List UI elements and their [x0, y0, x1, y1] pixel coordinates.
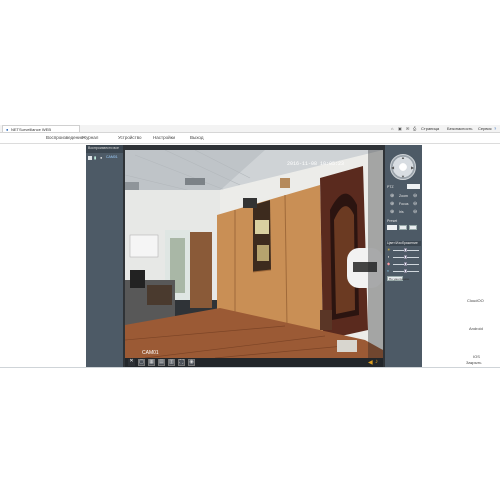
focus-out-icon[interactable]: ⊖ [413, 201, 417, 207]
nav-logout[interactable]: Выход [190, 135, 203, 140]
browser-tab[interactable]: ● NETSurveillance WEB [2, 125, 80, 132]
zoom-out-icon[interactable]: ⊖ [413, 193, 417, 199]
page-favicon-icon: ● [6, 127, 9, 132]
single-view-icon[interactable]: ▢ [138, 359, 145, 366]
video-channel-overlay: CAM01 [142, 350, 159, 356]
brightness-icon: ☀ [387, 247, 391, 252]
nav-playback[interactable]: Воспроизведение [46, 135, 83, 140]
channel-checkbox[interactable] [88, 156, 92, 160]
preset-set-button[interactable] [399, 225, 407, 230]
camera-scene [125, 150, 383, 358]
focus-label: Focus [399, 202, 409, 206]
play-all-label[interactable]: Воспроизвести все [88, 146, 119, 150]
ptz-label: PTZ [387, 185, 394, 189]
print-icon[interactable]: ⎙ [413, 126, 416, 131]
ios-caption[interactable]: IOS [473, 354, 480, 359]
ptz-up-icon[interactable]: ▲ [401, 155, 405, 160]
iris-out-icon[interactable]: ⊖ [413, 209, 417, 215]
snapshot-icon[interactable]: ◉ [188, 359, 195, 366]
android-caption[interactable]: Android [469, 326, 483, 331]
ptz-down-icon[interactable]: ▼ [401, 174, 405, 179]
preset-call-button[interactable] [409, 225, 417, 230]
nav-log[interactable]: Журнал [82, 135, 98, 140]
iris-in-icon[interactable]: ⊕ [390, 209, 394, 215]
video-timestamp: 2016-11-08 10:05:23 [287, 161, 345, 167]
preset-label: Preset [387, 219, 398, 223]
page-bottom-divider [0, 367, 500, 368]
iris-label: Iris [399, 210, 404, 214]
contrast-icon: ◑ [387, 254, 390, 259]
help-icon[interactable]: ? [494, 126, 496, 131]
default-button-label: По умолчанию [389, 277, 410, 281]
nav-settings[interactable]: Настройки [153, 135, 175, 140]
volume-icon[interactable]: ◀ [368, 359, 373, 366]
quad-view-icon[interactable]: ▦ [148, 359, 155, 366]
preset-select[interactable] [387, 225, 397, 230]
color-section-header: Цвет/Изображение [386, 241, 421, 246]
camera-icon: ▮ [94, 155, 97, 160]
fullscreen-icon[interactable]: ⛶ [178, 359, 185, 366]
ptz-left-icon[interactable]: ◀ [391, 165, 394, 170]
sixteen-view-icon[interactable]: ▥ [168, 359, 175, 366]
channel-label[interactable]: CAM01 [106, 155, 118, 159]
browser-tab-title: NETSurveillance WEB [11, 127, 52, 132]
cloud-caption[interactable]: CloudOO [467, 298, 484, 303]
channel-panel-header: Воспроизвести все [86, 145, 123, 153]
feeds-icon[interactable]: ▣ [398, 126, 402, 131]
nine-view-icon[interactable]: ▤ [158, 359, 165, 366]
mail-icon[interactable]: ✉ [406, 126, 409, 131]
safety-menu[interactable]: Безопасность [447, 126, 473, 131]
ptz-speed-select[interactable] [407, 184, 420, 189]
home-icon[interactable]: ⌂ [391, 126, 393, 131]
audio-icon[interactable]: ♪ [375, 359, 378, 365]
default-button[interactable]: По умолчанию [387, 276, 409, 281]
close-view-icon[interactable]: ✕ [128, 359, 135, 366]
zoom-label: Zoom [399, 194, 408, 198]
zoom-in-icon[interactable]: ⊕ [390, 193, 394, 199]
camera-feed[interactable]: 2016-11-08 10:05:23 CAM01 [125, 150, 383, 358]
service-menu[interactable]: Сервис [478, 126, 492, 131]
contrast-knob[interactable] [404, 255, 407, 259]
hue-knob[interactable] [404, 269, 407, 273]
color-section-label: Цвет/Изображение [387, 241, 418, 245]
ptz-right-icon[interactable]: ▶ [411, 165, 414, 170]
close-caption[interactable]: Закрыть [466, 360, 481, 365]
saturation-icon: ◆ [387, 261, 391, 266]
nav-device[interactable]: Устройство [118, 135, 142, 140]
page-menu[interactable]: Страница [421, 126, 439, 131]
focus-in-icon[interactable]: ⊕ [390, 201, 394, 207]
saturation-knob[interactable] [404, 262, 407, 266]
hue-icon: ◐ [387, 268, 390, 273]
channel-panel [86, 145, 123, 367]
brightness-knob[interactable] [404, 248, 407, 252]
record-icon[interactable]: ● [100, 155, 102, 160]
